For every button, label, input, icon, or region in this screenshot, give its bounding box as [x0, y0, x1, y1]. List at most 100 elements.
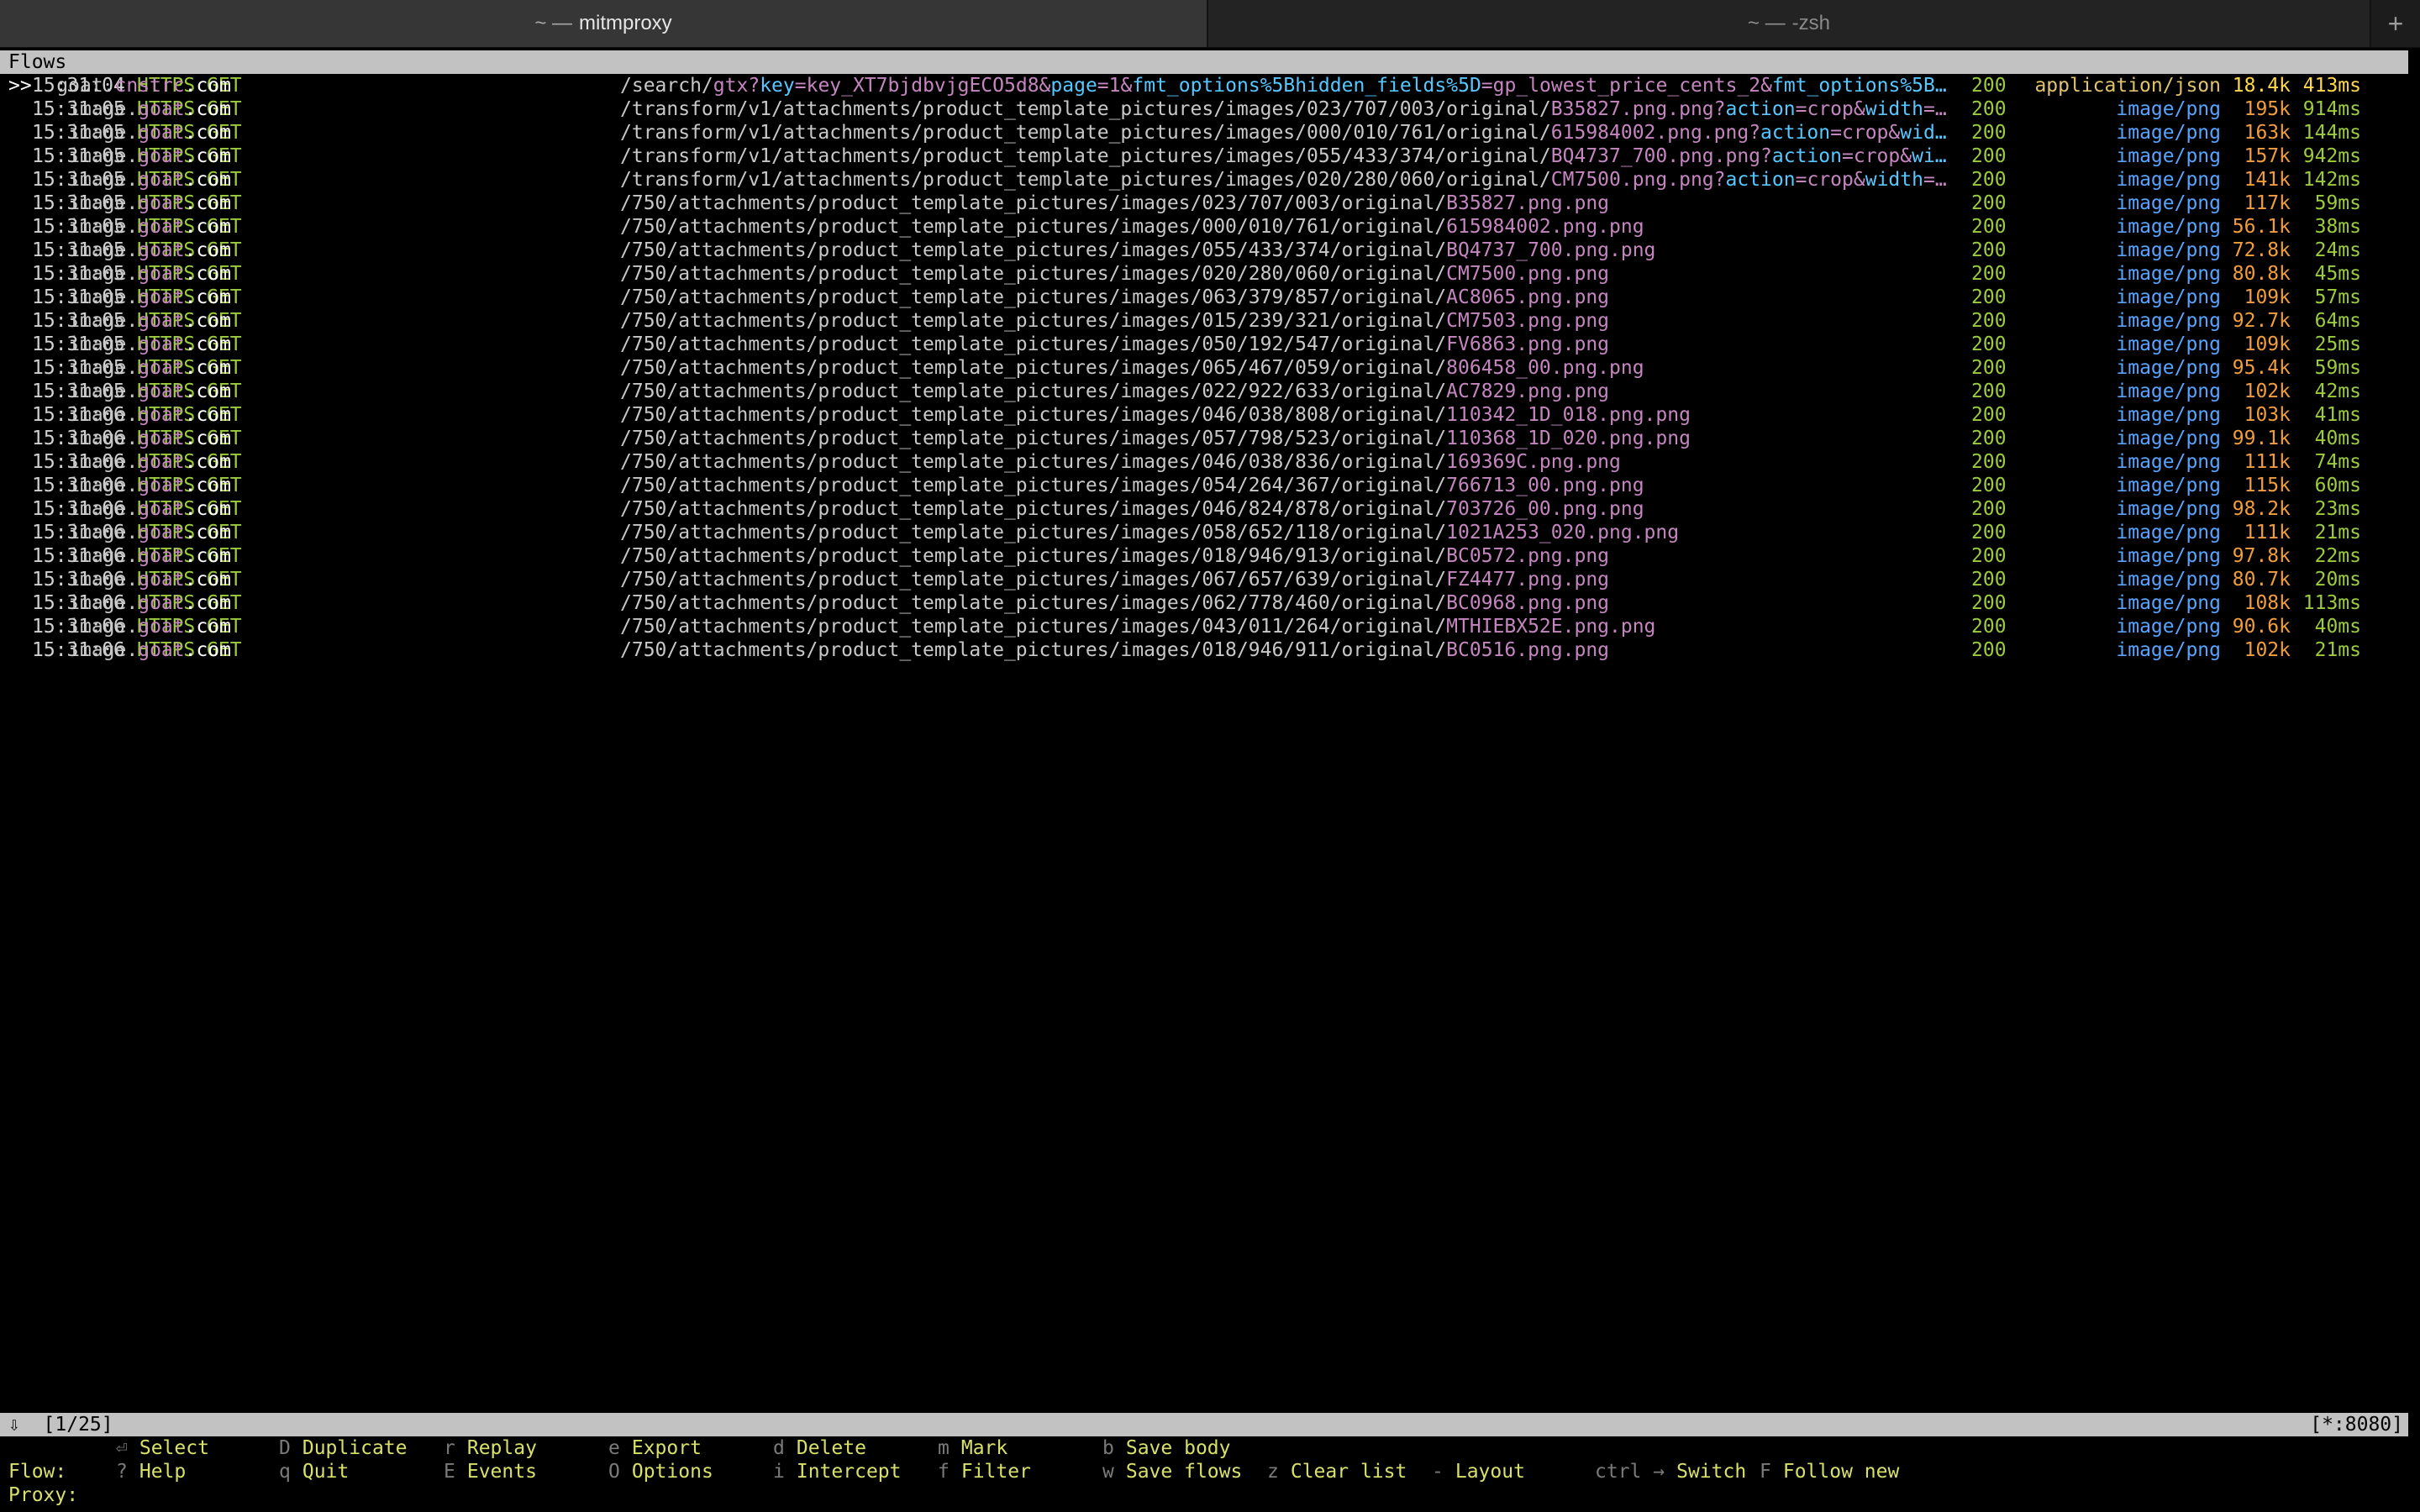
path-part: 766713_00.png.png [1446, 475, 1644, 496]
flow-host: image.goat.com [68, 380, 231, 403]
keybinding-mark[interactable]: m Mark [938, 1436, 1007, 1460]
path-part: ? [1713, 169, 1726, 191]
path-part: 1 [1108, 75, 1121, 97]
keybinding-save-flows[interactable]: w Save flows [1102, 1460, 1242, 1483]
keybinding-events[interactable]: E Events [444, 1460, 537, 1483]
flow-path: /750/attachments/product_template_pictur… [620, 356, 1965, 380]
flow-path: /750/attachments/product_template_pictur… [620, 192, 1965, 215]
flow-size: 80.8k [2232, 263, 2291, 285]
flow-row[interactable]: 15:31:05 HTTPS GET image.goat.com/transform… [0, 168, 2420, 192]
path-part: /750/attachments/product_template_pictur… [620, 569, 1447, 591]
tab-mitmproxy[interactable]: ~ — mitmproxy [0, 0, 1208, 47]
flow-row[interactable]: 15:31:05 HTTPS GET image.goat.com/750/attac… [0, 333, 2420, 356]
flow-duration: 59ms [2314, 357, 2361, 379]
flow-host: image.goat.com [68, 497, 231, 521]
host-part: goat [138, 145, 185, 167]
keybinding-filter[interactable]: f Filter [938, 1460, 1031, 1483]
flow-row[interactable]: 15:31:06 HTTPS GET image.goat.com/750/attac… [0, 427, 2420, 450]
key-hint: i [773, 1461, 785, 1483]
flow-row[interactable]: 15:31:06 HTTPS GET image.goat.com/750/attac… [0, 638, 2420, 662]
flow-row[interactable]: 15:31:06 HTTPS GET image.goat.com/750/attac… [0, 521, 2420, 544]
path-part: width [1865, 169, 1923, 191]
flow-row[interactable]: 15:31:05 HTTPS GET image.goat.com/transform… [0, 121, 2420, 144]
flow-duration: 21ms [2314, 639, 2361, 661]
flow-size: 102k [2244, 639, 2291, 661]
flow-row[interactable]: 15:31:05 HTTPS GET image.goat.com/750/attac… [0, 356, 2420, 380]
new-tab-button[interactable]: + [2371, 0, 2420, 47]
flow-duration: 144ms [2302, 122, 2361, 144]
flow-status: 200 [1971, 75, 2007, 97]
flow-size: 97.8k [2232, 545, 2291, 567]
flow-row[interactable]: 15:31:05 HTTPS GET image.goat.com/750/attac… [0, 262, 2420, 286]
keybinding-help[interactable]: ? Help [116, 1460, 186, 1483]
flow-path: /750/attachments/product_template_pictur… [620, 544, 1965, 568]
flow-row[interactable]: 15:31:06 HTTPS GET image.goat.com/750/attac… [0, 403, 2420, 427]
flow-row[interactable]: 15:31:05 HTTPS GET image.goat.com/transform… [0, 144, 2420, 168]
flow-row[interactable]: 15:31:06 HTTPS GET image.goat.com/750/attac… [0, 544, 2420, 568]
flow-row[interactable]: 15:31:05 HTTPS GET image.goat.com/750/attac… [0, 286, 2420, 309]
keybinding-layout[interactable]: - Layout [1432, 1460, 1525, 1483]
keybinding-delete[interactable]: d Delete [773, 1436, 866, 1460]
path-part: =… [1923, 169, 1947, 191]
keybinding-options[interactable]: O Options [608, 1460, 713, 1483]
flow-status: 200 [1971, 286, 2007, 308]
keybinding-quit[interactable]: q Quit [279, 1460, 349, 1483]
flow-row[interactable]: 15:31:05 HTTPS GET image.goat.com/750/attac… [0, 192, 2420, 215]
keybinding-intercept[interactable]: i Intercept [773, 1460, 901, 1483]
flow-row[interactable]: 15:31:05 HTTPS GET image.goat.com/750/attac… [0, 215, 2420, 239]
flow-row[interactable]: 15:31:05 HTTPS GET image.goat.com/750/attac… [0, 239, 2420, 262]
path-part: /750/attachments/product_template_pictur… [620, 428, 1447, 449]
flow-row[interactable]: 15:31:06 HTTPS GET image.goat.com/750/attac… [0, 474, 2420, 497]
flow-path: /750/attachments/product_template_pictur… [620, 591, 1965, 615]
keybinding-export[interactable]: e Export [608, 1436, 702, 1460]
flow-row[interactable]: 15:31:05 HTTPS GET image.goat.com/750/attac… [0, 309, 2420, 333]
key-action: Layout [1455, 1461, 1525, 1483]
host-part: .com [184, 381, 231, 402]
flow-host: image.goat.com [68, 427, 231, 450]
flow-duration: 142ms [2302, 169, 2361, 191]
keybinding-select[interactable]: ⏎ Select [116, 1436, 209, 1460]
key-action: Export [631, 1437, 702, 1459]
flow-host: image.goat.com [68, 144, 231, 168]
flow-content-type: image/png [2116, 545, 2221, 567]
path-part: key_XT7bjdbvjgECO5d8 [806, 75, 1039, 97]
flow-row[interactable]: 15:31:06 HTTPS GET image.goat.com/750/attac… [0, 615, 2420, 638]
flow-row[interactable]: 15:31:05 HTTPS GET image.goat.com/transform… [0, 97, 2420, 121]
keybinding-save-body[interactable]: b Save body [1102, 1436, 1230, 1460]
key-hint: - [1432, 1461, 1444, 1483]
flow-duration: 413ms [2302, 75, 2361, 97]
keybinding-switch[interactable]: ctrl → Switch [1595, 1460, 1746, 1483]
key-action: Follow new [1782, 1461, 1900, 1483]
host-part: .com [184, 192, 231, 214]
flow-row[interactable]: 15:31:06 HTTPS GET image.goat.com/750/attac… [0, 450, 2420, 474]
flow-row[interactable]: 15:31:06 HTTPS GET image.goat.com/750/attac… [0, 497, 2420, 521]
host-part: goat [138, 545, 185, 567]
flow-list[interactable]: >> 15:31:04 HTTPS GET goat.cnstrc.com/search… [0, 74, 2420, 662]
keybinding-duplicate[interactable]: D Duplicate [279, 1436, 407, 1460]
keybinding-replay[interactable]: r Replay [444, 1436, 537, 1460]
flow-row[interactable]: >> 15:31:04 HTTPS GET goat.cnstrc.com/search… [0, 74, 2420, 97]
path-part: & [1120, 75, 1133, 97]
key-hint: w [1102, 1461, 1114, 1483]
flow-size: 141k [2244, 169, 2291, 191]
keybinding-follow-new[interactable]: F Follow new [1760, 1460, 1899, 1483]
path-part: 1021A253_020.png.png [1446, 522, 1680, 543]
keybinding-clear-list[interactable]: z Clear list [1267, 1460, 1407, 1483]
host-part: image. [68, 145, 139, 167]
flow-row[interactable]: 15:31:06 HTTPS GET image.goat.com/750/attac… [0, 568, 2420, 591]
host-part: image. [68, 639, 139, 661]
flow-duration: 74ms [2314, 451, 2361, 473]
host-part: .com [184, 333, 231, 355]
key-hint: ⏎ [116, 1437, 128, 1459]
key-action: Save body [1125, 1437, 1231, 1459]
flow-row[interactable]: 15:31:06 HTTPS GET image.goat.com/750/attac… [0, 591, 2420, 615]
flow-content-type: image/png [2116, 169, 2221, 191]
flow-row[interactable]: 15:31:05 HTTPS GET image.goat.com/750/attac… [0, 380, 2420, 403]
key-hint: e [608, 1437, 620, 1459]
tab-zsh[interactable]: ~ — -zsh [1208, 0, 2371, 47]
host-part: .com [184, 451, 231, 473]
flow-status: 200 [1971, 381, 2007, 402]
flow-host: image.goat.com [68, 168, 231, 192]
host-part: .com [184, 522, 231, 543]
host-part: .com [184, 98, 231, 120]
